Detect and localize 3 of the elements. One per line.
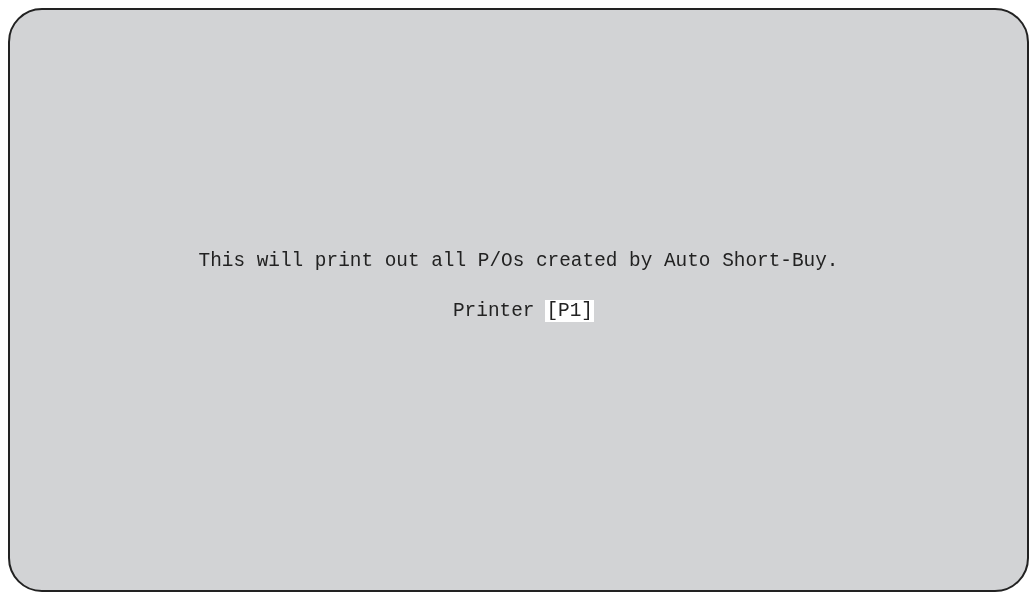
printer-label: Printer <box>453 300 535 322</box>
printer-field[interactable]: [P1] <box>545 300 594 322</box>
message-text: This will print out all P/Os created by Auto Short-Buy. <box>198 250 839 272</box>
